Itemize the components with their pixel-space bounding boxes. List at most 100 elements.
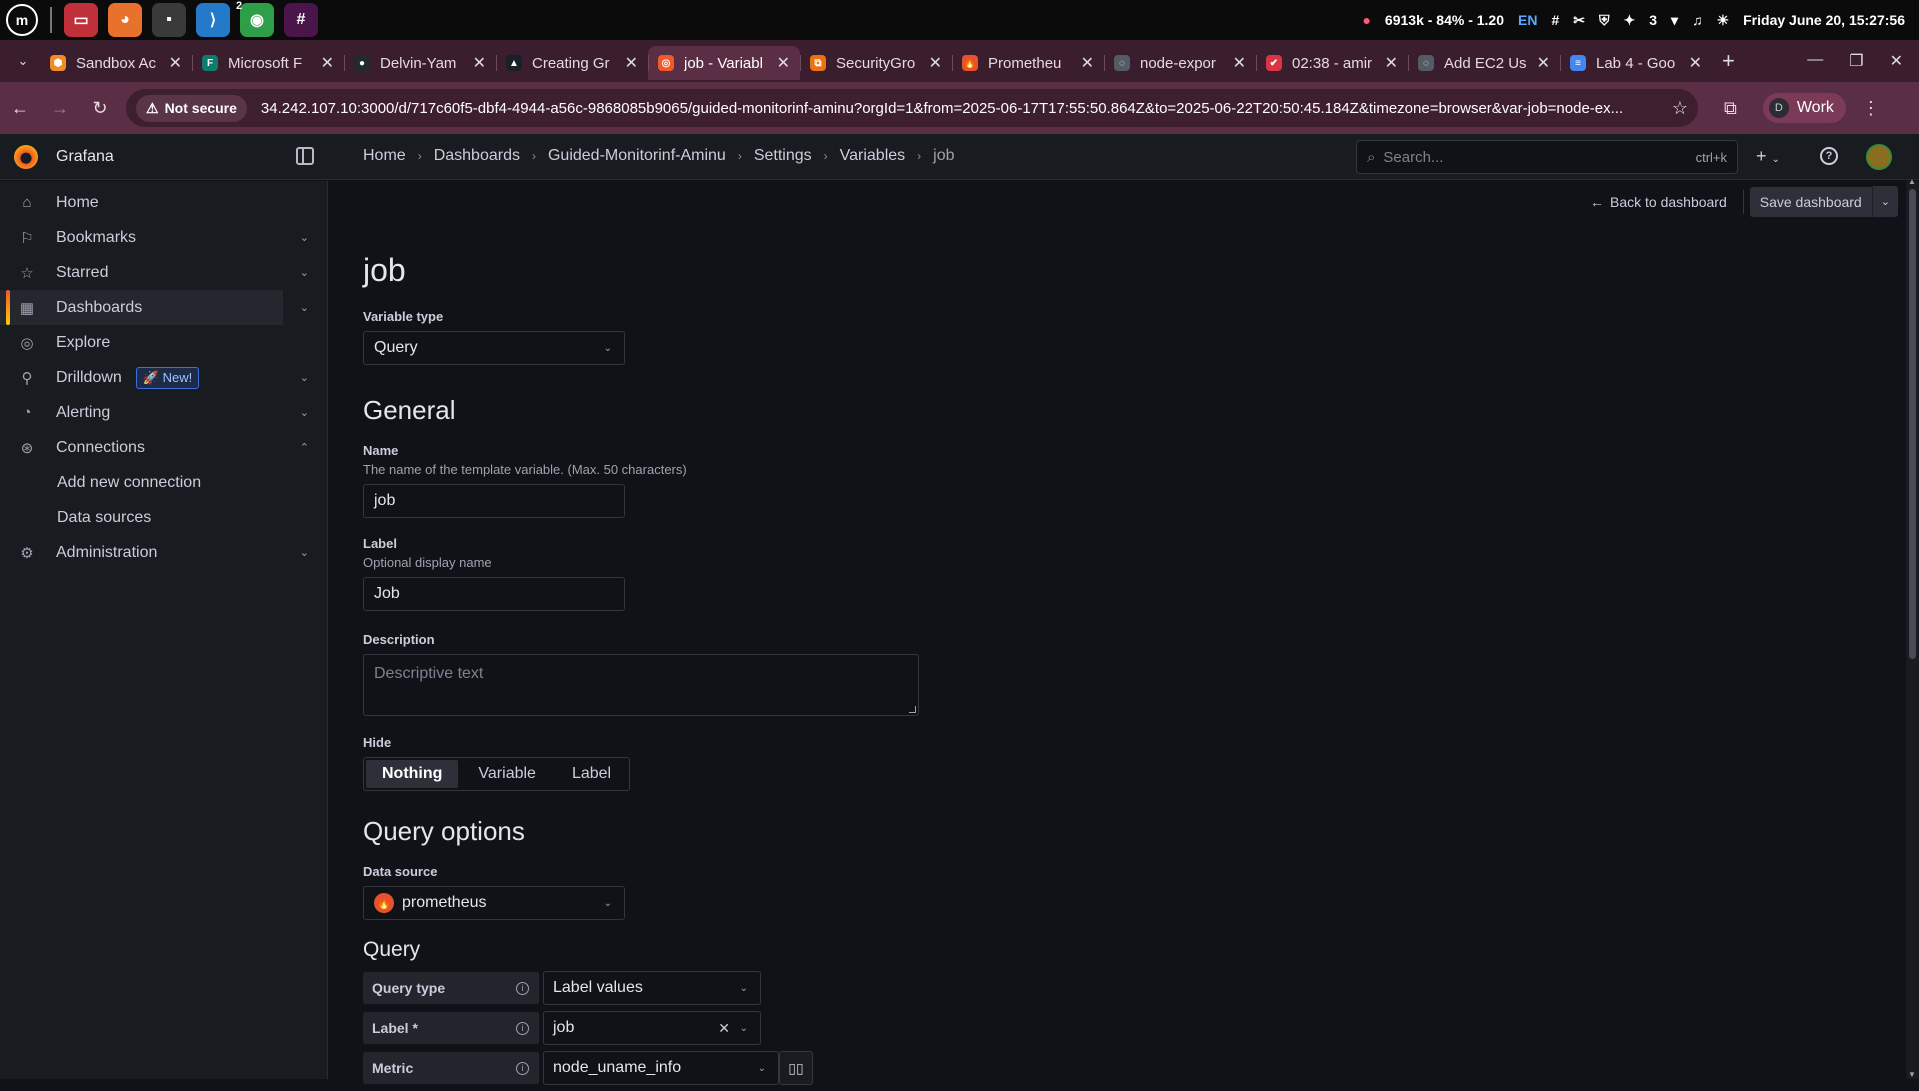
chevron-icon[interactable]: ⌄	[300, 301, 309, 314]
page-scrollbar[interactable]: ▲ ▼	[1906, 177, 1919, 1079]
browser-tab[interactable]: ⧉ SecurityGro ✕	[800, 46, 952, 80]
breadcrumb-item[interactable]: Guided-Monitorinf-Aminu	[548, 147, 726, 165]
hide-option-variable[interactable]: Variable	[462, 760, 552, 788]
brightness-icon[interactable]: ☀	[1717, 12, 1730, 29]
scroll-down-icon[interactable]: ▼	[1908, 1070, 1916, 1079]
breadcrumb-item[interactable]: Settings	[754, 147, 812, 165]
sidebar-subitem[interactable]: Add new connection	[0, 465, 327, 500]
browser-tab[interactable]: ⬢ Sandbox Ac ✕	[40, 46, 192, 80]
clear-icon[interactable]: ✕	[718, 1020, 730, 1037]
browser-tab[interactable]: ≡ Lab 4 - Goo ✕	[1560, 46, 1712, 80]
firefox-app-icon[interactable]: ◕	[108, 3, 142, 37]
slack-tray-icon[interactable]: #	[1551, 12, 1559, 28]
new-menu-button[interactable]: + ⌄	[1756, 146, 1780, 167]
browser-tab[interactable]: ✔ 02:38 - amir ✕	[1256, 46, 1408, 80]
tray-app-icon[interactable]: ✂	[1573, 12, 1585, 29]
browser-tab[interactable]: 🔥 Prometheu ✕	[952, 46, 1104, 80]
chevron-icon[interactable]: ⌄	[300, 371, 309, 384]
tab-close-icon[interactable]: ✕	[929, 53, 942, 73]
reload-icon[interactable]: ↻	[80, 98, 120, 119]
help-icon[interactable]: ?	[1820, 147, 1838, 165]
browser-tab[interactable]: ◌ node-expor ✕	[1104, 46, 1256, 80]
keyboard-language[interactable]: EN	[1518, 12, 1537, 28]
chevron-icon[interactable]: ⌄	[300, 406, 309, 419]
sidebar-item-administration[interactable]: ⚙ Administration ⌄	[0, 535, 327, 570]
mint-launcher-icon[interactable]: m	[6, 4, 38, 36]
metric-select[interactable]: node_uname_info ⌄	[543, 1051, 779, 1085]
metrics-browser-book-icon[interactable]: ▯▯	[779, 1051, 813, 1085]
chrome-app-icon[interactable]: ◉ 2	[236, 0, 274, 37]
minimize-icon[interactable]: —	[1807, 51, 1823, 71]
forward-arrow-icon[interactable]: →	[40, 98, 80, 119]
terminal-app-icon[interactable]: ▪	[152, 3, 186, 37]
tab-close-icon[interactable]: ✕	[1233, 53, 1246, 73]
hide-option-label[interactable]: Label	[556, 760, 627, 788]
sidebar-item-alerting[interactable]: ◔ Alerting ⌄	[0, 395, 327, 430]
chevron-icon[interactable]: ⌄	[300, 546, 309, 559]
tab-close-icon[interactable]: ✕	[777, 53, 790, 73]
query-type-select[interactable]: Label values ⌄	[543, 971, 761, 1005]
tab-close-icon[interactable]: ✕	[1081, 53, 1094, 73]
tab-close-icon[interactable]: ✕	[1537, 53, 1550, 73]
sidebar-item-bookmarks[interactable]: ⚐ Bookmarks ⌄	[0, 220, 327, 255]
url-text[interactable]: 34.242.107.10:3000/d/717c60f5-dbf4-4944-…	[261, 100, 1664, 117]
sidebar-item-home[interactable]: ⌂ Home	[0, 185, 327, 220]
chevron-icon[interactable]: ⌄	[300, 231, 309, 244]
notifications-icon[interactable]: ✦	[1624, 12, 1636, 29]
chevron-icon[interactable]: ⌃	[300, 441, 309, 454]
sidebar-item-connections[interactable]: ⊛ Connections ⌃	[0, 430, 327, 465]
browser-tab[interactable]: F Microsoft F ✕	[192, 46, 344, 80]
info-icon[interactable]: i	[516, 1061, 529, 1075]
sidebar-subitem[interactable]: Data sources	[0, 500, 327, 535]
scrollbar-thumb[interactable]	[1909, 189, 1916, 659]
info-icon[interactable]: i	[516, 1021, 529, 1035]
sidebar-item-dashboards[interactable]: ▦ Dashboards ⌄	[0, 290, 309, 325]
label-input[interactable]: Job	[363, 577, 625, 611]
tab-close-icon[interactable]: ✕	[1385, 53, 1398, 73]
browser-tab[interactable]: ● Delvin-Yam ✕	[344, 46, 496, 80]
tab-close-icon[interactable]: ✕	[169, 53, 182, 73]
music-icon[interactable]: ♫	[1692, 12, 1703, 28]
data-source-picker[interactable]: 🔥 prometheus ⌄	[363, 886, 625, 920]
label-select[interactable]: job ✕ ⌄	[543, 1011, 761, 1045]
hide-option-nothing[interactable]: Nothing	[366, 760, 459, 788]
close-window-icon[interactable]: ✕	[1890, 51, 1903, 71]
breadcrumb-item[interactable]: Home	[363, 147, 406, 165]
back-arrow-icon[interactable]: ←	[0, 98, 40, 119]
breadcrumb-item[interactable]: Dashboards	[434, 147, 520, 165]
address-bar[interactable]: ⚠ Not secure 34.242.107.10:3000/d/717c60f…	[126, 89, 1698, 127]
tab-search-chevron-icon[interactable]: ⌄	[6, 46, 40, 76]
search-input[interactable]: ⌕ Search... ctrl+k	[1356, 140, 1738, 174]
scroll-up-icon[interactable]: ▲	[1908, 177, 1916, 186]
info-icon[interactable]: i	[516, 981, 529, 995]
description-textarea[interactable]: Descriptive text	[363, 654, 919, 716]
variable-type-select[interactable]: Query ⌄	[363, 331, 625, 365]
back-to-dashboard-button[interactable]: ← Back to dashboard	[1580, 188, 1737, 216]
sidebar-item-starred[interactable]: ☆ Starred ⌄	[0, 255, 327, 290]
extensions-icon[interactable]: ⧉	[1724, 98, 1737, 119]
save-options-chevron-icon[interactable]: ⌄	[1871, 186, 1898, 217]
grafana-logo-icon[interactable]	[14, 144, 38, 169]
sidebar-item-drilldown[interactable]: ⚲ Drilldown 🚀 New! ⌄	[0, 360, 327, 395]
browser-tab[interactable]: ◎ job - Variabl ✕	[648, 46, 800, 80]
shield-tray-icon[interactable]: ⛨	[1599, 12, 1610, 29]
name-input[interactable]: job	[363, 484, 625, 518]
tab-close-icon[interactable]: ✕	[473, 53, 486, 73]
sidebar-item-explore[interactable]: ◎ Explore	[0, 325, 327, 360]
chevron-icon[interactable]: ⌄	[300, 266, 309, 279]
browser-tab[interactable]: ◌ Add EC2 Us ✕	[1408, 46, 1560, 80]
tab-close-icon[interactable]: ✕	[321, 53, 334, 73]
profile-button[interactable]: D Work	[1762, 93, 1846, 123]
new-tab-button[interactable]: +	[1722, 48, 1735, 74]
browser-menu-icon[interactable]: ⋮	[1862, 98, 1880, 119]
wifi-icon[interactable]: ▾	[1671, 12, 1678, 29]
clock[interactable]: Friday June 20, 15:27:56	[1743, 12, 1905, 28]
restore-icon[interactable]: ❐	[1849, 51, 1863, 71]
bookmark-star-icon[interactable]: ☆	[1672, 98, 1688, 119]
vscode-app-icon[interactable]: ⟩	[196, 3, 230, 37]
not-secure-chip[interactable]: ⚠ Not secure	[136, 94, 247, 122]
files-app-icon[interactable]: ▭	[64, 3, 98, 37]
breadcrumb-item[interactable]: Variables	[840, 147, 906, 165]
dock-menu-icon[interactable]	[296, 147, 314, 165]
save-dashboard-button[interactable]: Save dashboard	[1749, 186, 1872, 217]
